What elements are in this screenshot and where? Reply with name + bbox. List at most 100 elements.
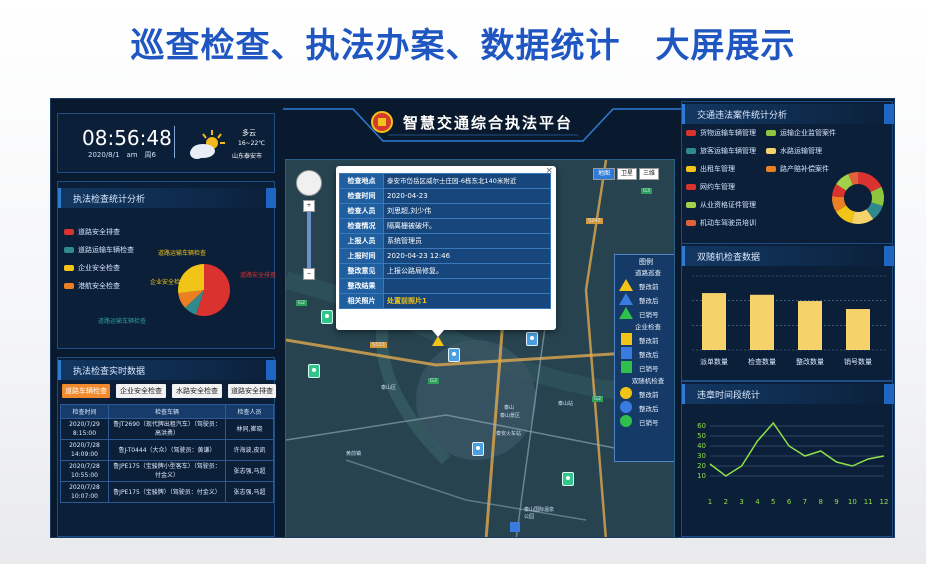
x-tick-label: 3 — [739, 498, 743, 506]
clock-panel: 08:56:48 2020/8/1 am 周6 多云 16~22℃ 山东泰安市 — [57, 113, 275, 173]
inspection-marker[interactable] — [308, 364, 320, 378]
legend-entry-label: 整改后 — [639, 351, 659, 359]
realtime-panel: 执法检查实时数据 道路车辆检查 企业安全检查 水路安全检查 道路安全排查 检查时… — [57, 357, 276, 537]
x-tick-label: 6 — [787, 498, 792, 506]
zoom-slider[interactable] — [307, 212, 311, 268]
pan-control[interactable] — [296, 170, 322, 196]
random-check-bar-chart: 派单数量 检查数量 整改数量 销号数量 — [692, 275, 888, 366]
x-tick-label: 8 — [818, 498, 822, 506]
tab-road-vehicle[interactable]: 道路车辆检查 — [62, 384, 110, 398]
zoom-out-button[interactable]: − — [303, 268, 315, 280]
popup-row: 整改意见 上报公路局修复。 — [339, 263, 551, 279]
legend-label: 企业安全检查 — [78, 264, 120, 272]
pie-label: 道路运输车辆检查 — [98, 318, 147, 325]
banner-title: 巡查检查、执法办案、数据统计 大屏展示 — [130, 26, 796, 66]
legend-swatch — [686, 184, 696, 190]
platform-title: 智慧交通综合执法平台 — [403, 114, 574, 132]
tab-waterway[interactable]: 水路安全检查 — [172, 384, 222, 398]
map-type-map[interactable]: 地图 — [593, 168, 615, 180]
circle-icon — [620, 401, 632, 413]
popup-pointer — [432, 330, 444, 337]
map-type-satellite[interactable]: 卫星 — [617, 168, 637, 180]
bar — [846, 309, 870, 350]
table-row[interactable]: 2020/7/28 10:07:00 鲁JPE175（宝骏牌）（驾驶员：付金义）张… — [60, 481, 274, 503]
inspection-marker[interactable] — [472, 442, 484, 456]
map-type-3d[interactable]: 三维 — [639, 168, 659, 180]
legend-swatch — [64, 283, 74, 289]
violation-time-panel: 违章时间段统计 10 20 30 40 50 60 1 2 3 4 5 6 7 8 9 10 11 12 — [681, 381, 894, 537]
legend-item: 网约车管理 — [686, 182, 735, 192]
legend-item: 货物运输车辆管理 — [686, 128, 756, 138]
legend-label: 道路安全排查 — [78, 228, 120, 236]
map-legend: 图例 道路巡查 整改前 整改后 已销号 企业检查 整改前 整改后 已销号 双随机检查 整改前 整改后… — [614, 254, 674, 462]
warning-marker[interactable] — [432, 336, 444, 346]
bar-label: 销号数量 — [844, 357, 872, 366]
legend-swatch — [766, 166, 776, 172]
bar — [750, 294, 774, 350]
inspection-marker[interactable] — [526, 332, 538, 346]
legend-title: 图例 — [639, 258, 653, 266]
table-row[interactable]: 2020/7/29 8:15:00 鲁JT2690（现代牌出租汽车）（驾驶员：高洪… — [60, 418, 274, 440]
bar-label: 检查数量 — [748, 357, 776, 366]
pie-label: 道路安全排查 — [240, 272, 277, 279]
legend-item: 从业资格证件管理 — [686, 200, 756, 210]
legend-label: 运输企业监管案件 — [780, 129, 836, 137]
legend-label: 网约车管理 — [700, 183, 735, 191]
y-tick-label: 60 — [697, 422, 706, 430]
legend-label: 道路运输车辆检查 — [78, 246, 134, 254]
x-tick-label: 10 — [848, 498, 857, 506]
legend-entry-label: 已销号 — [639, 365, 659, 373]
legend-entry-label: 整改前 — [639, 283, 659, 291]
y-tick-label: 50 — [697, 432, 706, 440]
x-tick-label: 12 — [880, 498, 889, 506]
y-tick-label: 10 — [697, 472, 706, 480]
zoom-in-button[interactable]: + — [303, 200, 315, 212]
legend-swatch — [686, 202, 696, 208]
square-icon — [621, 347, 632, 359]
legend-swatch — [686, 130, 696, 136]
legend-swatch — [766, 148, 776, 154]
popup-table: 检查地点 泰安市岱岳区威尔士庄园-6栋东北140米附近 检查时间 2020-04-2… — [339, 173, 551, 309]
table-row[interactable]: 2020/7/28 10:55:00 鲁JPE175（宝骏牌小型客车）（驾驶员：付… — [60, 460, 274, 482]
enterprise-marker[interactable] — [510, 522, 520, 532]
legend-swatch — [64, 265, 74, 271]
popup-close-icon[interactable]: × — [545, 166, 553, 176]
table-row[interactable]: 2020/7/28 14:09:00 鲁J-T0444（大众）（驾驶员：黄谦） 许海… — [60, 439, 274, 461]
map-view[interactable]: + − 地图 卫星 三维 G3 G2 S243 G2 S333 G2 泰山景区 … — [285, 159, 675, 537]
triangle-icon — [619, 279, 633, 291]
bar-label: 整改数量 — [796, 357, 824, 366]
triangle-icon — [619, 307, 633, 319]
popup-row: 检查人员 刘思超,刘少伟 — [339, 203, 551, 219]
cases-panel: 交通违法案件统计分析 货物运输车辆管理 运输企业监管案件 旅客运输车辆管理 水路运输管… — [681, 101, 894, 245]
photo-link[interactable]: 处置前照片1 — [383, 293, 551, 309]
legend-item: 机动车驾驶员培训 — [686, 218, 756, 228]
map-zoom-controls: + − — [296, 170, 324, 280]
tab-enterprise[interactable]: 企业安全检查 — [116, 384, 166, 398]
y-tick-label: 30 — [697, 452, 706, 460]
popup-row: 整改结果 — [339, 278, 551, 294]
legend-item: 水路运输管理 — [766, 146, 822, 156]
legend-entry-label: 整改前 — [639, 391, 659, 399]
inspection-marker[interactable] — [448, 348, 460, 362]
stats-panel: 执法检查统计分析 道路安全排查 道路运输车辆检查 企业安全检查 港航安全检查 道… — [57, 181, 277, 349]
dashboard-screen: 08:56:48 2020/8/1 am 周6 多云 16~22℃ 山东泰安市 … — [50, 98, 895, 538]
tab-road-safety[interactable]: 道路安全排查 — [228, 384, 276, 398]
violation-time-title: 违章时间段统计 — [682, 384, 894, 404]
x-tick-label: 5 — [771, 498, 775, 506]
random-check-panel: 双随机检查数据 派单数量 检查数量 整改数量 销号数量 — [681, 243, 894, 381]
series-line — [709, 421, 885, 477]
inspection-marker[interactable] — [321, 310, 333, 324]
legend-entry-label: 已销号 — [639, 311, 659, 319]
emblem-icon — [371, 111, 393, 133]
column-header: 检查车辆 — [108, 404, 226, 419]
circle-icon — [620, 415, 632, 427]
legend-item: 运输企业监管案件 — [766, 128, 836, 138]
legend-label: 旅客运输车辆管理 — [700, 147, 756, 155]
random-check-title: 双随机检查数据 — [682, 246, 894, 266]
inspection-marker[interactable] — [562, 472, 574, 486]
bar-label: 派单数量 — [700, 357, 728, 366]
x-tick-label: 1 — [708, 498, 712, 506]
x-tick-label: 9 — [834, 498, 838, 506]
legend-label: 出租车管理 — [700, 165, 735, 173]
platform-header: 智慧交通综合执法平台 — [283, 101, 683, 151]
